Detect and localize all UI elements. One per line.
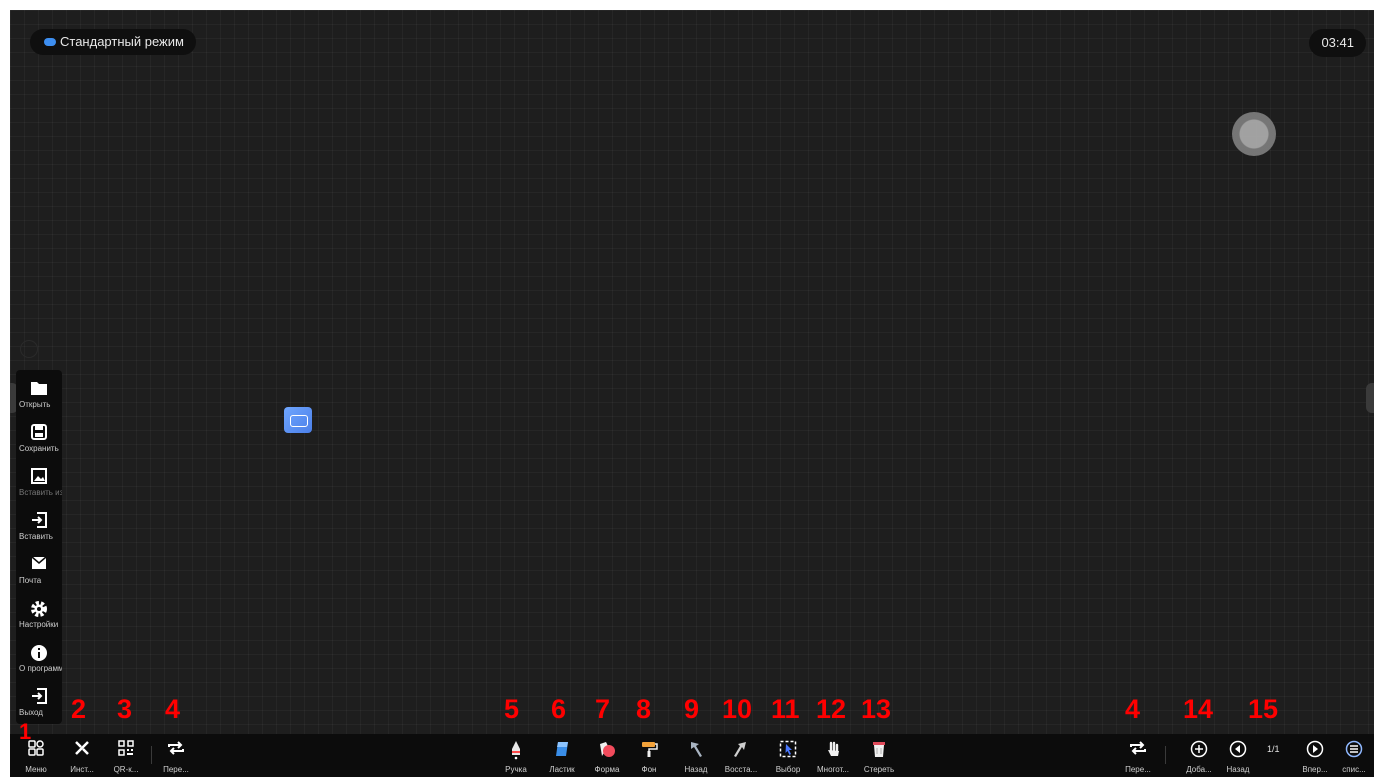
eraser-icon	[556, 742, 568, 756]
eraser-tool[interactable]: Ластик	[540, 734, 584, 777]
annotation-number: 9	[684, 694, 700, 724]
annotation-number: 7	[595, 694, 611, 724]
annotation-number: 1	[19, 719, 32, 744]
annotation-number: 4	[1125, 694, 1141, 724]
folder-icon	[31, 382, 47, 395]
background-icon	[642, 742, 658, 757]
tool-label: Назад	[1226, 765, 1250, 774]
clear-button[interactable]: Стереть	[857, 734, 901, 777]
page-list-icon	[1345, 740, 1363, 758]
next-page-icon	[1306, 740, 1324, 758]
tool-label: Многот...	[817, 765, 849, 774]
pen-tool[interactable]: Ручка	[494, 734, 538, 777]
annotation-number: 6	[551, 694, 567, 724]
sidebar-item-label: Вставить изображение	[19, 488, 62, 497]
tools-button[interactable]: Инст...	[60, 734, 104, 777]
floating-ball-button[interactable]	[1232, 112, 1276, 156]
annotation-number: 15	[1248, 694, 1279, 724]
pen-icon	[512, 741, 520, 760]
switch-right-button[interactable]: Пере...	[1116, 734, 1160, 777]
redo-button[interactable]: Восста...	[719, 734, 763, 777]
annotation-number: 12	[816, 694, 847, 724]
floating-app-icon[interactable]	[284, 407, 312, 433]
select-icon	[779, 740, 797, 758]
undo-icon	[691, 742, 702, 757]
qr-code-button[interactable]: QR-к...	[104, 734, 148, 777]
tool-label: Восста...	[724, 765, 758, 774]
sidebar-item-label: Настройки	[19, 620, 59, 629]
tool-label: Ручка	[505, 765, 527, 774]
right-panel-handle[interactable]	[1366, 383, 1374, 413]
tool-label: Фон	[641, 765, 657, 774]
redo-icon	[734, 742, 746, 757]
mode-indicator[interactable]: Стандартный режим	[30, 29, 196, 55]
select-tool[interactable]: Выбор	[766, 734, 810, 777]
tools-icon	[75, 741, 89, 755]
switch-left-button[interactable]: Пере...	[154, 734, 198, 777]
swap-icon	[1130, 741, 1146, 755]
annotation-number: 2	[71, 694, 87, 724]
clock: 03:41	[1309, 29, 1366, 57]
annotation-number: 14	[1183, 694, 1214, 724]
trash-icon	[873, 742, 885, 757]
shape-icon	[600, 742, 615, 757]
tool-label: Стереть	[863, 765, 895, 774]
sidebar-item-label: О программе	[19, 664, 62, 673]
sidebar-item-settings[interactable]: Настройки	[16, 592, 62, 636]
swap-icon	[168, 741, 184, 755]
page-indicator: 1/1	[1267, 744, 1280, 754]
mail-icon	[31, 556, 47, 569]
annotation-number: 11	[771, 694, 800, 724]
exit-icon	[32, 688, 47, 704]
sidebar-item-insert[interactable]: Вставить	[16, 504, 62, 548]
page-list-button[interactable]: спис...	[1332, 734, 1374, 777]
background-tool[interactable]: Фон	[627, 734, 671, 777]
annotation-number: 3	[117, 694, 133, 724]
annotation-number: 10	[722, 694, 753, 724]
add-page-icon	[1190, 740, 1208, 758]
divider	[1165, 746, 1166, 764]
tool-label: Меню	[25, 765, 47, 774]
undo-button[interactable]: Назад	[674, 734, 718, 777]
sidebar-item-label: Выход	[19, 708, 43, 717]
save-icon	[31, 424, 47, 440]
multitouch-tool[interactable]: Многот...	[811, 734, 855, 777]
tool-label: Пере...	[1125, 765, 1151, 774]
bottom-toolbar: Меню Инст... QR-к... Пере... Ручка Ласти…	[10, 734, 1374, 777]
tool-label: спис...	[1342, 765, 1366, 774]
prev-page-icon	[1229, 740, 1247, 758]
sidebar-item-about[interactable]: О программе	[16, 636, 62, 680]
mode-label: Стандартный режим	[60, 34, 184, 49]
sidebar-item-insert-image[interactable]: Вставить изображение	[16, 460, 62, 504]
sidebar-item-label: Почта	[19, 576, 42, 585]
ghost-circle-icon	[20, 340, 38, 358]
info-icon	[31, 645, 47, 661]
annotation-number: 13	[861, 694, 892, 724]
sidebar-menu: Открыть Сохранить Вставить изображение В…	[16, 370, 62, 724]
annotation-number: 8	[636, 694, 652, 724]
gear-icon	[31, 601, 47, 617]
sidebar-item-mail[interactable]: Почта	[16, 548, 62, 592]
tool-label: Пере...	[163, 765, 189, 774]
prev-page-button[interactable]: Назад	[1216, 734, 1260, 777]
multitouch-icon	[828, 741, 839, 756]
sidebar-item-label: Сохранить	[19, 444, 59, 453]
annotation-number: 4	[165, 694, 181, 724]
whiteboard-screen: Стандартный режим 03:41 Открыть Сохранит…	[10, 10, 1374, 777]
mode-toggle-icon	[44, 38, 56, 46]
qr-icon	[118, 740, 134, 756]
sidebar-item-label: Открыть	[19, 400, 51, 409]
insert-icon	[32, 512, 47, 528]
sidebar-item-label: Вставить	[19, 532, 53, 541]
sidebar-item-open[interactable]: Открыть	[16, 372, 62, 416]
annotation-number: 5	[504, 694, 520, 724]
tool-label: QR-к...	[113, 765, 139, 774]
divider	[151, 746, 152, 764]
sidebar-item-save[interactable]: Сохранить	[16, 416, 62, 460]
image-icon	[31, 468, 47, 484]
